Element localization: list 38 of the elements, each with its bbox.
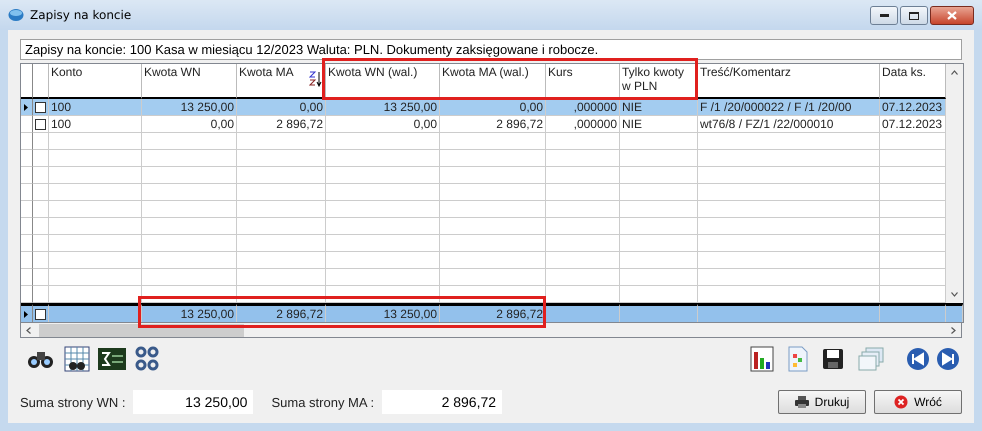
column-header[interactable]: Data ks. bbox=[880, 64, 946, 99]
sum-label: Suma strony WN : bbox=[20, 394, 126, 410]
table-cell: 13 250,00 bbox=[326, 99, 440, 116]
sum-field: 13 250,00 bbox=[133, 390, 254, 414]
window-title: Zapisy na koncie bbox=[30, 8, 132, 22]
column-header[interactable]: Kwota MA (wal.) bbox=[440, 64, 546, 99]
sum-label: Suma strony MA : bbox=[271, 394, 374, 410]
sum-field: 2 896,72 bbox=[382, 390, 502, 414]
table-cell: 07.12.2023 bbox=[880, 99, 946, 116]
table-cell: 100 bbox=[49, 99, 142, 116]
table-cell: 0,00 bbox=[237, 99, 326, 116]
table-cell: ,000000 bbox=[546, 116, 620, 133]
total-cell: 2 896,72 bbox=[237, 304, 326, 322]
column-header[interactable]: Kwota WN bbox=[142, 64, 237, 99]
table-cell: 0,00 bbox=[440, 99, 546, 116]
print-button[interactable]: Drukuj bbox=[778, 390, 866, 414]
table-cell: 2 896,72 bbox=[440, 116, 546, 133]
column-header[interactable]: Kwota WN (wal.) bbox=[326, 64, 440, 99]
column-header[interactable]: Kwota MA bbox=[237, 64, 326, 99]
total-cell: 2 896,72 bbox=[440, 304, 546, 322]
table-cell: NIE bbox=[620, 116, 698, 133]
table-cell: wt76/8 / FZ/1 /22/000010 bbox=[698, 116, 880, 133]
column-header[interactable]: Konto bbox=[49, 64, 142, 99]
total-cell: 13 250,00 bbox=[142, 304, 237, 322]
table-cell: 2 896,72 bbox=[237, 116, 326, 133]
table-cell: 100 bbox=[49, 116, 142, 133]
back-button[interactable]: Wróć bbox=[874, 390, 962, 414]
column-header[interactable]: Kurs bbox=[546, 64, 620, 99]
table-cell: 0,00 bbox=[142, 116, 237, 133]
total-cell: 13 250,00 bbox=[326, 304, 440, 322]
info-bar: Zapisy na koncie: 100 Kasa w miesiącu 12/2023 Waluta: PLN. Dokumenty zaksięgowane i robocze. bbox=[20, 39, 962, 60]
table-cell: 0,00 bbox=[326, 116, 440, 133]
table-cell: NIE bbox=[620, 99, 698, 116]
table-cell: F /1 /20/000022 / F /1 /20/00 bbox=[698, 99, 880, 116]
table-cell: 13 250,00 bbox=[142, 99, 237, 116]
column-header[interactable]: Treść/Komentarz bbox=[698, 64, 880, 99]
table-cell: ,000000 bbox=[546, 99, 620, 116]
table-cell: 07.12.2023 bbox=[880, 116, 946, 133]
